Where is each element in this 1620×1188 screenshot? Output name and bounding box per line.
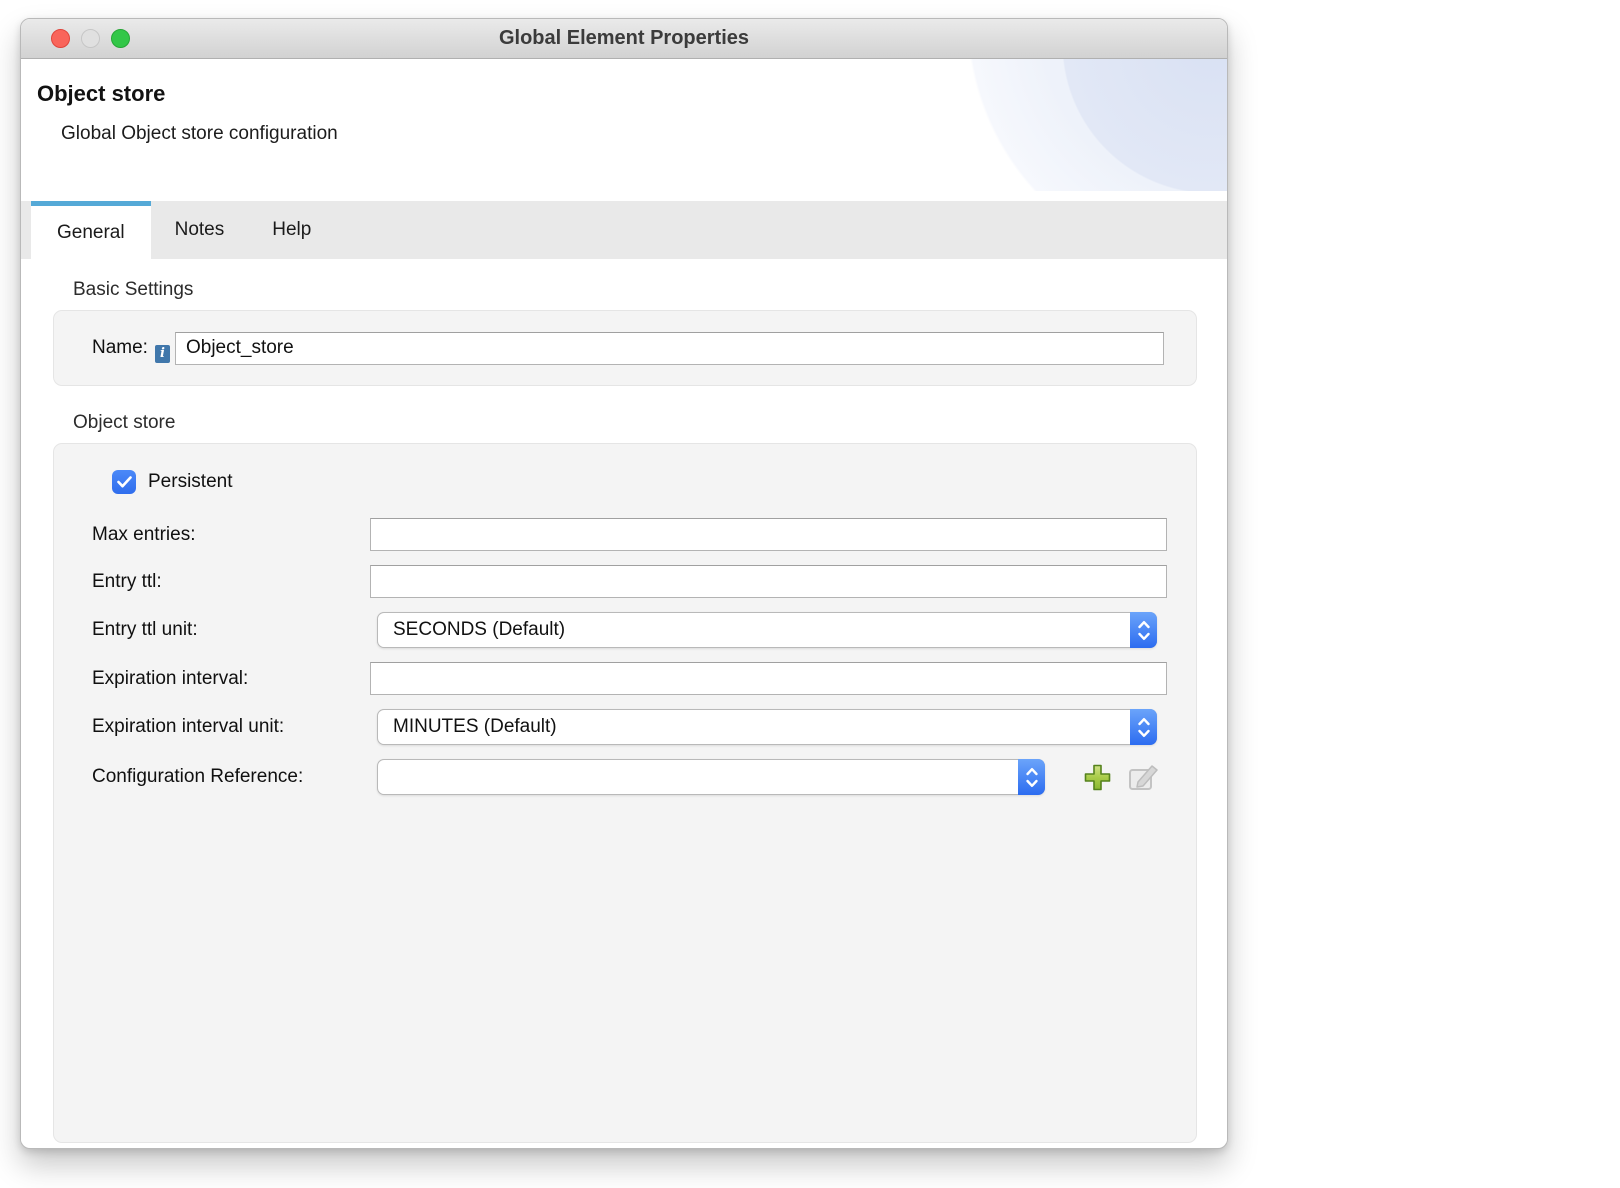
- window-controls: [51, 19, 130, 58]
- tab-notes[interactable]: Notes: [151, 201, 249, 259]
- max-entries-row: Max entries:: [92, 518, 1164, 551]
- max-entries-input[interactable]: [370, 518, 1167, 551]
- name-label: Name:: [92, 337, 148, 359]
- expiration-interval-label: Expiration interval:: [92, 668, 370, 690]
- persistent-label: Persistent: [148, 471, 232, 493]
- configuration-reference-row: Configuration Reference:: [92, 759, 1164, 795]
- title-bar[interactable]: Global Element Properties: [21, 19, 1227, 59]
- expiration-interval-unit-value: MINUTES (Default): [393, 716, 557, 738]
- global-element-properties-dialog: Global Element Properties Object store G…: [20, 18, 1228, 1149]
- tab-gap: [21, 191, 1227, 201]
- entry-ttl-unit-label: Entry ttl unit:: [92, 619, 370, 641]
- info-icon: i: [155, 345, 170, 363]
- expiration-interval-unit-select[interactable]: MINUTES (Default): [377, 709, 1157, 745]
- persistent-row: Persistent: [112, 470, 1164, 494]
- entry-ttl-row: Entry ttl:: [92, 565, 1164, 598]
- dialog-header: Object store Global Object store configu…: [21, 59, 1227, 191]
- configuration-reference-actions: [1081, 761, 1160, 793]
- window-title: Global Element Properties: [499, 27, 749, 50]
- close-button[interactable]: [51, 29, 70, 48]
- basic-settings-group: Name: i: [53, 310, 1197, 386]
- expiration-interval-unit-row: Expiration interval unit: MINUTES (Defau…: [92, 709, 1164, 745]
- entry-ttl-input[interactable]: [370, 565, 1167, 598]
- basic-settings-legend: Basic Settings: [73, 279, 1197, 301]
- edit-configuration-button[interactable]: [1128, 761, 1160, 793]
- chevron-up-down-icon: [1130, 612, 1157, 648]
- tab-help[interactable]: Help: [248, 201, 335, 259]
- chevron-up-down-icon: [1130, 709, 1157, 745]
- configuration-reference-select[interactable]: [377, 759, 1045, 795]
- entry-ttl-unit-select[interactable]: SECONDS (Default): [377, 612, 1157, 648]
- zoom-button[interactable]: [111, 29, 130, 48]
- page-subtitle: Global Object store configuration: [61, 123, 1227, 145]
- object-store-legend: Object store: [73, 412, 1197, 434]
- chevron-up-down-icon: [1018, 759, 1045, 795]
- tab-general[interactable]: General: [31, 201, 151, 259]
- expiration-interval-input[interactable]: [370, 662, 1167, 695]
- general-tab-content: Basic Settings Name: i Object store Pers…: [21, 259, 1227, 1143]
- add-configuration-button[interactable]: [1081, 761, 1113, 793]
- configuration-reference-label: Configuration Reference:: [92, 766, 370, 788]
- entry-ttl-unit-row: Entry ttl unit: SECONDS (Default): [92, 612, 1164, 648]
- page-title: Object store: [37, 81, 1227, 107]
- entry-ttl-unit-value: SECONDS (Default): [393, 619, 565, 641]
- expiration-interval-unit-label: Expiration interval unit:: [92, 716, 370, 738]
- checkmark-icon: [117, 476, 132, 488]
- plus-icon: [1082, 762, 1113, 793]
- entry-ttl-label: Entry ttl:: [92, 571, 370, 593]
- object-store-group: Persistent Max entries: Entry ttl: Entry…: [53, 443, 1197, 1143]
- minimize-button[interactable]: [81, 29, 100, 48]
- name-input[interactable]: [175, 332, 1164, 365]
- tab-bar: General Notes Help: [21, 201, 1227, 259]
- expiration-interval-row: Expiration interval:: [92, 662, 1164, 695]
- edit-icon: [1128, 762, 1160, 792]
- persistent-checkbox[interactable]: [112, 470, 136, 494]
- max-entries-label: Max entries:: [92, 524, 370, 546]
